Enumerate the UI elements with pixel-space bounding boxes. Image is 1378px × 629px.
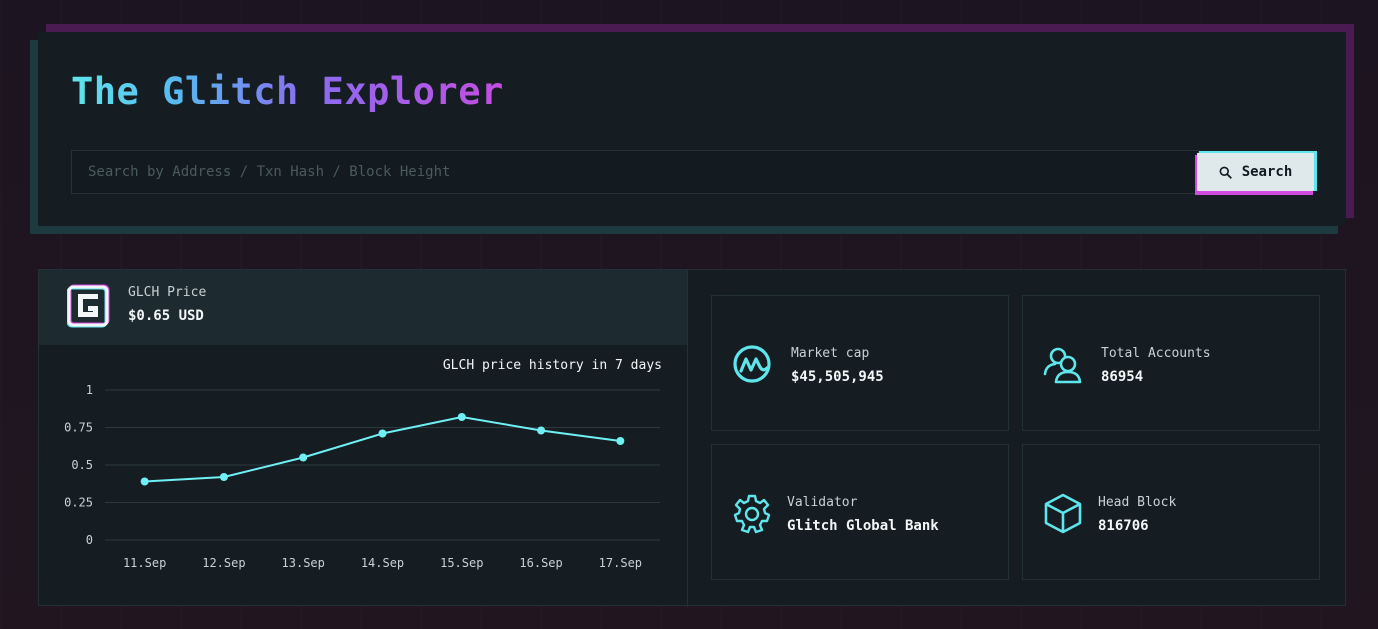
x-tick-label: 12.Sep — [202, 556, 245, 570]
data-point — [378, 429, 387, 438]
card-value: Glitch Global Bank — [787, 518, 939, 534]
x-tick-label: 11.Sep — [123, 556, 166, 570]
stats-panel: GLCH Price $0.65 USD GLCH price history … — [38, 269, 1346, 607]
card-value: $45,505,945 — [791, 369, 884, 385]
search-button-wrap: Search — [1195, 151, 1317, 195]
y-tick-label: 1 — [86, 383, 93, 397]
x-tick-label: 15.Sep — [440, 556, 483, 570]
search-button[interactable]: Search — [1197, 153, 1314, 191]
series-line — [144, 415, 621, 483]
card-total-accounts: Total Accounts 86954 — [1022, 295, 1320, 431]
title-part-1: The — [71, 70, 163, 113]
data-point — [140, 477, 149, 486]
y-tick-label: 0.5 — [71, 458, 93, 472]
y-tick-label: 0.75 — [64, 421, 93, 435]
card-market-cap: Market cap $45,505,945 — [711, 295, 1009, 431]
x-tick-label: 13.Sep — [282, 556, 325, 570]
price-value: $0.65 USD — [128, 308, 204, 324]
search-button-label: Search — [1241, 164, 1293, 180]
price-label: GLCH Price — [128, 285, 207, 300]
title-part-3: Explorer — [321, 70, 504, 113]
gear-icon — [733, 494, 771, 534]
price-header: GLCH Price $0.65 USD — [39, 270, 687, 345]
x-tick-label: 17.Sep — [599, 556, 642, 570]
glitch-g-logo — [67, 284, 110, 328]
hero-panel: The Glitch Explorer Search — [38, 32, 1346, 226]
card-head-block: Head Block 816706 — [1022, 444, 1320, 580]
data-point — [457, 413, 466, 421]
x-tick-label: 14.Sep — [361, 556, 404, 570]
cube-icon — [1044, 493, 1082, 534]
data-point — [616, 437, 625, 445]
search-icon — [1219, 166, 1232, 179]
price-chart: 0 0.25 0.5 0.75 1 11.Sep 12.Sep 13.Sep 14.Sep 15.… — [64, 383, 660, 570]
data-point — [537, 426, 546, 435]
card-label: Validator — [787, 495, 858, 510]
card-label: Total Accounts — [1101, 346, 1211, 361]
title-part-2: Glitch — [162, 70, 322, 113]
panel-divider — [687, 270, 688, 607]
y-tick-label: 0 — [86, 533, 93, 547]
search-input[interactable] — [71, 150, 1199, 194]
card-value: 86954 — [1101, 369, 1144, 385]
page-title: The Glitch Explorer — [71, 70, 504, 113]
coinmarketcap-icon — [733, 345, 771, 383]
x-tick-label: 16.Sep — [519, 556, 562, 570]
users-icon — [1043, 347, 1082, 384]
card-label: Market cap — [791, 346, 870, 361]
card-label: Head Block — [1098, 495, 1177, 510]
data-point — [299, 453, 308, 462]
data-point — [219, 473, 228, 481]
y-tick-label: 0.25 — [64, 496, 93, 510]
card-validator: Validator Glitch Global Bank — [711, 444, 1009, 580]
card-value: 816706 — [1098, 518, 1149, 534]
